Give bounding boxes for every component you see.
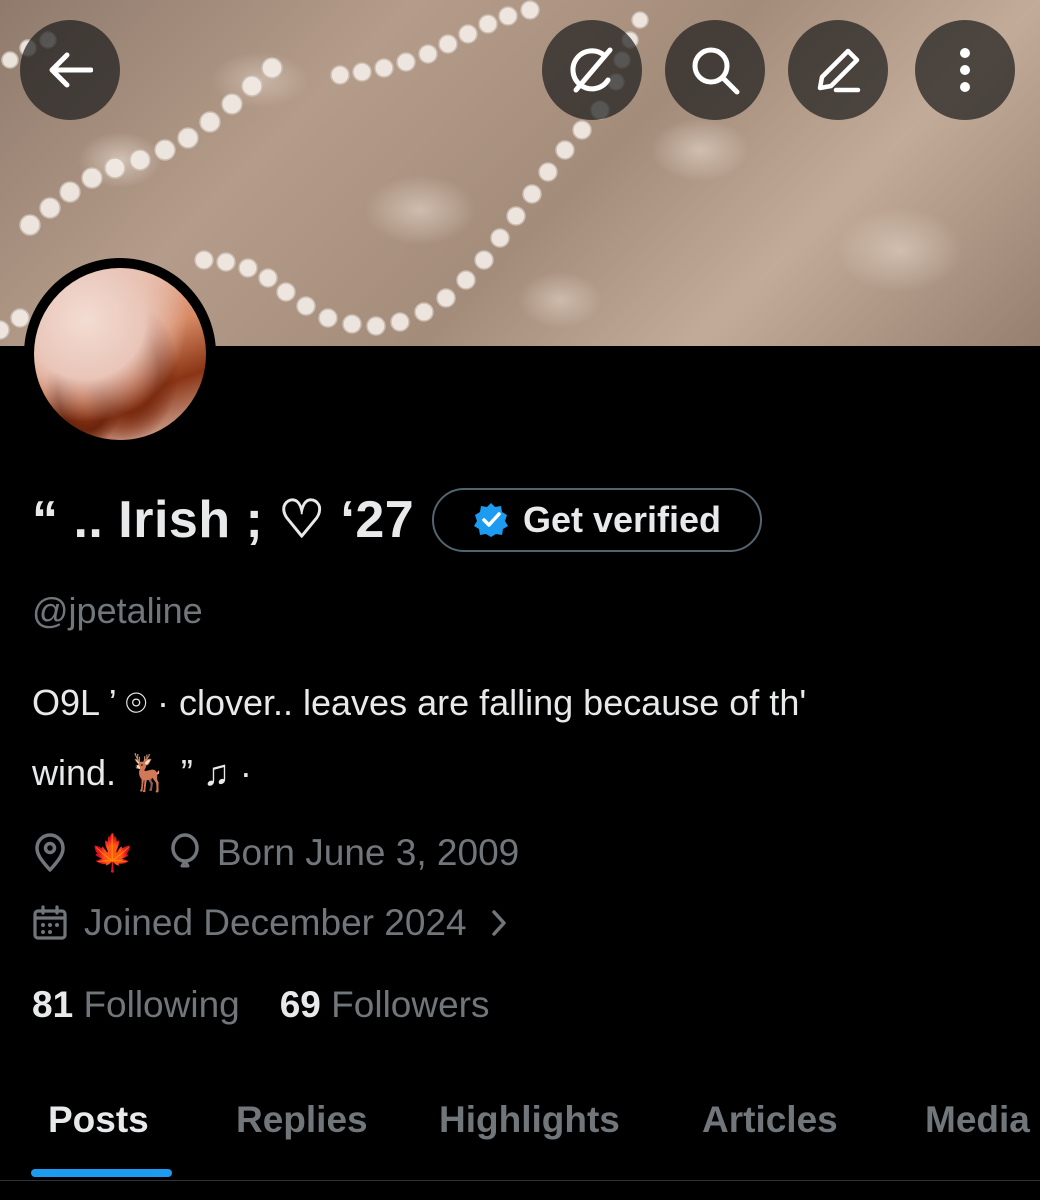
back-arrow-icon	[49, 52, 93, 88]
verified-badge-icon	[473, 503, 508, 537]
profile-handle: @jpetaline	[32, 590, 203, 631]
profile-bio: O9L ’ ⌾ · clover.. leaves are falling be…	[32, 668, 1012, 808]
following-count: 81	[32, 984, 74, 1025]
followers-count: 69	[279, 984, 321, 1025]
location-text: 🍁	[90, 832, 135, 873]
tab-posts[interactable]: Posts	[48, 1099, 149, 1141]
search-icon	[692, 47, 740, 95]
tab-replies[interactable]: Replies	[236, 1099, 368, 1141]
bio-line: wind. 🦌 ” ♫ ·	[32, 752, 252, 793]
joined-row[interactable]: Joined December 2024	[32, 896, 509, 950]
location-pin-icon	[35, 833, 65, 872]
bio-line: O9L ’ ⌾ · clover.. leaves are falling be…	[32, 682, 807, 723]
following-label: Following	[83, 984, 240, 1025]
followers-link[interactable]: 69 Followers	[280, 984, 490, 1026]
profile-meta-row: 🍁 Born June 3, 2009	[32, 826, 519, 880]
display-name-row: “ .. Irish ; ♡ ‘27	[32, 488, 414, 552]
get-verified-label: Get verified	[522, 499, 722, 540]
profile-tabs: Posts Replies Highlights Articles Media	[0, 1085, 1040, 1181]
back-button[interactable]	[20, 20, 120, 120]
active-tab-indicator	[31, 1169, 172, 1177]
followers-label: Followers	[331, 984, 490, 1025]
tab-articles[interactable]: Articles	[702, 1099, 838, 1141]
more-vertical-icon	[960, 48, 970, 92]
following-link[interactable]: 81 Following	[32, 984, 240, 1026]
get-verified-button[interactable]: Get verified	[432, 488, 762, 552]
grok-icon	[570, 47, 613, 93]
edit-icon	[817, 48, 861, 93]
edit-button[interactable]	[788, 20, 888, 120]
calendar-icon	[33, 905, 67, 940]
follow-stats: 81 Following 69 Followers	[32, 980, 490, 1030]
search-button[interactable]	[665, 20, 765, 120]
more-options-button[interactable]	[915, 20, 1015, 120]
birthday-text: Born June 3, 2009	[216, 832, 520, 873]
tab-highlights[interactable]: Highlights	[439, 1099, 620, 1141]
tab-media[interactable]: Media	[925, 1099, 1030, 1141]
profile-avatar[interactable]	[24, 258, 216, 450]
grok-button[interactable]	[542, 20, 642, 120]
avatar-image	[34, 268, 206, 440]
display-name: “ .. Irish ; ♡ ‘27	[32, 491, 415, 549]
chevron-right-icon	[491, 910, 506, 936]
balloon-icon	[171, 833, 199, 868]
joined-text: Joined December 2024	[84, 902, 467, 943]
